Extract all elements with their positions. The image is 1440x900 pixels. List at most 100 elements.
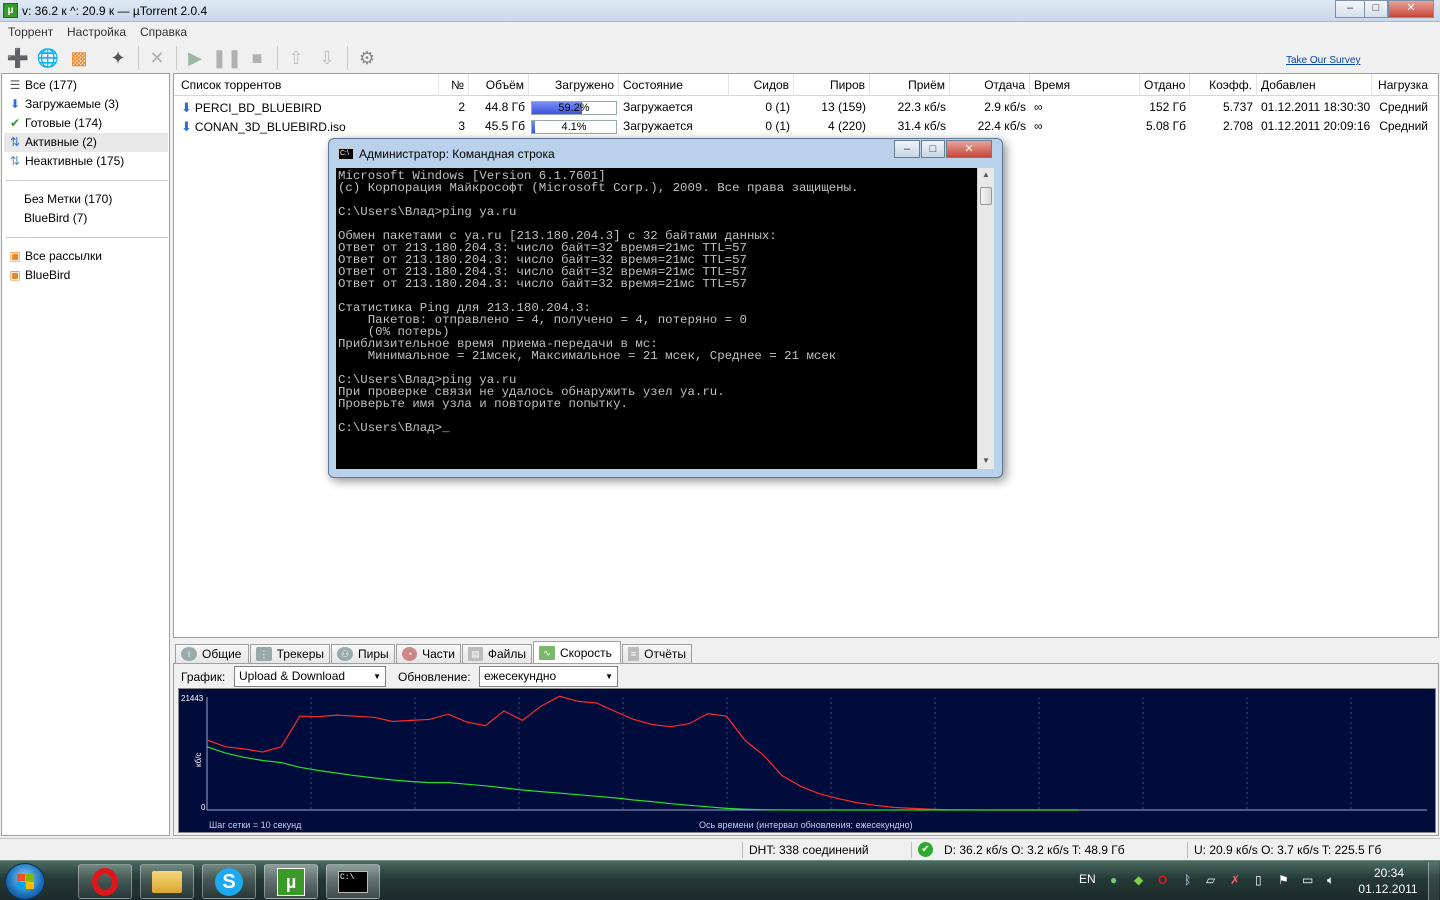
torrent-load-cell: Средний xyxy=(1379,119,1428,133)
create-torrent-icon[interactable]: ✦ xyxy=(105,45,131,71)
scroll-thumb[interactable] xyxy=(980,187,992,205)
torrent-name: CONAN_3D_BLUEBIRD.iso xyxy=(194,120,346,134)
column-header-seeds[interactable]: Сидов xyxy=(729,74,794,96)
column-header-size[interactable]: Объём xyxy=(469,74,529,96)
start-button[interactable] xyxy=(5,863,45,900)
show-desktop-button[interactable] xyxy=(1428,862,1439,900)
sidebar-item-no-label[interactable]: Без Метки (170) xyxy=(24,190,184,209)
taskbar-opera-button[interactable] xyxy=(78,864,132,899)
tab-peers[interactable]: ⚇ Пиры xyxy=(331,644,395,663)
stop-icon[interactable]: ■ xyxy=(244,45,270,71)
messenger-tray-icon[interactable]: ● xyxy=(1110,873,1117,887)
remove-icon[interactable]: ✕ xyxy=(144,45,170,71)
column-header-status[interactable]: Состояние xyxy=(619,74,729,96)
battery-icon[interactable]: ▯ xyxy=(1255,873,1262,887)
menu-settings[interactable]: Настройка xyxy=(67,25,126,39)
download-status: D: 36.2 кб/s O: 3.2 кб/s T: 48.9 Гб xyxy=(944,843,1125,857)
pause-icon[interactable]: ❚❚ xyxy=(212,45,242,71)
torrent-load-cell: Средний xyxy=(1379,100,1428,114)
torrent-ratio-cell: 5.737 xyxy=(1222,100,1253,114)
column-header-down-speed[interactable]: Приём xyxy=(870,74,950,96)
opera-tray-icon[interactable]: O xyxy=(1158,873,1167,887)
language-indicator[interactable]: EN xyxy=(1079,872,1096,886)
cmd-close-button[interactable]: ✕ xyxy=(946,140,992,158)
progress-bar: 59.2% xyxy=(531,101,617,115)
y-max-label: 21443 xyxy=(181,694,204,703)
taskbar-skype-button[interactable]: S xyxy=(202,864,256,899)
column-header-name[interactable]: Список торрентов xyxy=(177,74,439,96)
add-torrent-icon[interactable]: ➕ xyxy=(5,45,31,71)
sidebar-item-downloading[interactable]: ⬇ Загружаемые (3) xyxy=(8,95,168,114)
progress-cell: 4.1% xyxy=(529,117,619,136)
tab-files[interactable]: ▤ Файлы xyxy=(462,644,532,663)
sidebar-item-active[interactable]: ⇅ Активные (2) xyxy=(4,133,168,152)
column-header-uploaded[interactable]: Отдано xyxy=(1140,74,1190,96)
start-icon[interactable]: ▶ xyxy=(182,45,208,71)
sidebar-item-bluebird-label[interactable]: BlueBird (7) xyxy=(24,209,184,228)
move-up-icon[interactable]: ⇧ xyxy=(283,45,309,71)
column-header-number[interactable]: № xyxy=(439,74,469,96)
torrent-down-cell: 22.3 кб/s xyxy=(897,100,946,114)
tab-trackers[interactable]: ⋮ Трекеры xyxy=(250,644,330,663)
column-header-ratio[interactable]: Коэфф. xyxy=(1190,74,1257,96)
clock-time[interactable]: 20:34 xyxy=(1360,866,1418,880)
sidebar-item-all[interactable]: ☰ Все (177) xyxy=(8,76,168,95)
column-header-load[interactable]: Нагрузка xyxy=(1372,74,1432,96)
tab-log[interactable]: ≡ Отчёты xyxy=(622,644,692,663)
sidebar-item-inactive[interactable]: ⇅ Неактивные (175) xyxy=(8,152,168,171)
cmd-scrollbar[interactable]: ▲ ▼ xyxy=(977,168,994,469)
scroll-up-icon[interactable]: ▲ xyxy=(978,168,994,182)
network-icon[interactable]: ▭ xyxy=(1302,873,1313,887)
minimize-button[interactable]: – xyxy=(1335,0,1365,18)
sidebar-item-label: Активные (2) xyxy=(25,135,97,149)
sidebar-item-completed[interactable]: ✔ Готовые (174) xyxy=(8,114,168,133)
cmd-maximize-button[interactable]: □ xyxy=(921,140,945,158)
bluetooth-icon[interactable]: ᛒ xyxy=(1184,873,1191,887)
tab-pieces[interactable]: ◔ Части xyxy=(396,644,461,663)
sidebar-item-bluebird-feed[interactable]: ▣ BlueBird xyxy=(8,266,168,285)
column-header-eta[interactable]: Время xyxy=(1030,74,1140,96)
progress-percent: 4.1% xyxy=(561,121,587,133)
move-down-icon[interactable]: ⇩ xyxy=(314,45,340,71)
tab-speed[interactable]: ∿ Скорость xyxy=(533,641,621,663)
add-rss-icon[interactable]: ▩ xyxy=(66,45,92,71)
network-ok-icon[interactable]: ✔ xyxy=(918,842,933,857)
update-interval-select[interactable]: ежесекундно ▼ xyxy=(479,666,618,687)
volume-icon[interactable]: 🔈︎ xyxy=(1327,873,1334,888)
taskbar-cmd-button[interactable]: C:\ xyxy=(326,864,380,899)
taskbar-utorrent-button[interactable]: µ xyxy=(264,864,318,899)
torrent-row[interactable]: ⬇ PERCI_BD_BLUEBIRD 2 44.8 Гб 59.2% Загружает… xyxy=(174,98,1438,117)
add-url-icon[interactable]: 🌐 xyxy=(35,45,61,71)
take-survey-link[interactable]: Take Our Survey xyxy=(1286,55,1360,66)
safely-remove-icon[interactable]: ▱ xyxy=(1206,873,1215,887)
antivirus-tray-icon[interactable]: ✗ xyxy=(1230,873,1240,887)
graph-type-select[interactable]: Upload & Download ▼ xyxy=(234,666,386,687)
cmd-console-output[interactable]: Microsoft Windows [Version 6.1.7601] (c)… xyxy=(336,168,977,469)
menu-torrent[interactable]: Торрент xyxy=(8,25,53,39)
column-header-added[interactable]: Добавлен xyxy=(1257,74,1372,96)
cmd-minimize-button[interactable]: – xyxy=(894,140,920,158)
sidebar-item-label: Все рассылки xyxy=(25,249,102,263)
torrent-status-cell: Загружается xyxy=(623,119,693,133)
sidebar-item-all-feeds[interactable]: ▣ Все рассылки xyxy=(8,247,168,266)
download-arrow-icon: ⬇ xyxy=(181,100,192,115)
column-header-peers[interactable]: Пиров xyxy=(794,74,870,96)
column-header-done[interactable]: Загружено xyxy=(529,74,619,96)
update-interval-label: Обновление: xyxy=(398,670,471,684)
command-prompt-window[interactable]: C:\ Администратор: Командная строка – □ … xyxy=(328,138,1003,478)
tab-general[interactable]: i Общие xyxy=(175,644,249,663)
utorrent-tray-icon[interactable]: ◆ xyxy=(1134,873,1143,887)
torrent-row[interactable]: ⬇ CONAN_3D_BLUEBIRD.iso 3 45.5 Гб 4.1% Загруж… xyxy=(174,117,1438,136)
preferences-gear-icon[interactable]: ⚙ xyxy=(354,45,380,71)
clock-date[interactable]: 01.12.2011 xyxy=(1352,882,1424,896)
action-center-flag-icon[interactable]: ⚑ xyxy=(1278,873,1289,887)
torrent-uploaded-cell: 5.08 Гб xyxy=(1145,119,1186,133)
menu-help[interactable]: Справка xyxy=(140,25,187,39)
column-header-up-speed[interactable]: Отдача xyxy=(950,74,1030,96)
scroll-down-icon[interactable]: ▼ xyxy=(978,454,994,468)
taskbar-explorer-button[interactable] xyxy=(140,864,194,899)
torrent-num-cell: 2 xyxy=(458,100,465,114)
close-button[interactable]: ✕ xyxy=(1388,0,1434,18)
maximize-button[interactable]: □ xyxy=(1364,0,1388,18)
progress-percent: 59.2% xyxy=(558,102,590,114)
